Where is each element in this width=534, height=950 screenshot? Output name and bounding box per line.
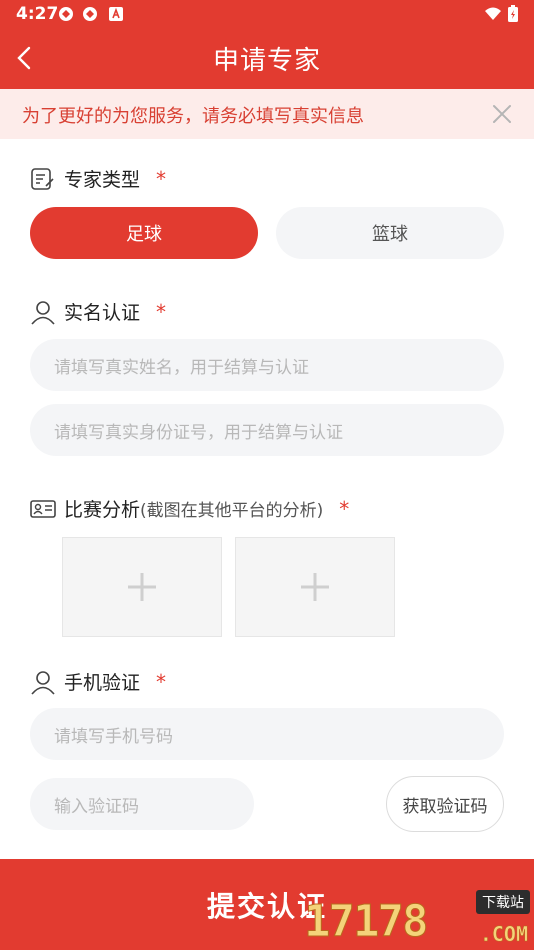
analysis-sub-label: (截图在其他平台的分析) [140,501,324,521]
get-code-button[interactable]: 获取验证码 [386,776,504,832]
site-watermark-logo: 17178 下载站 .COM [303,890,530,948]
required-mark: * [156,166,167,191]
battery-icon [508,5,518,22]
analysis-heading: 比赛分析 (截图在其他平台的分析) * [30,495,349,522]
option-basketball-button[interactable]: 篮球 [276,207,504,259]
real-name-label: 实名认证 [64,302,141,324]
page-title: 申请专家 [212,46,321,76]
analysis-label: 比赛分析 [64,499,141,521]
option-football-button[interactable]: 足球 [30,207,258,259]
required-mark: * [156,299,167,324]
wifi-icon [485,7,501,20]
a-badge-icon [109,7,123,21]
phone-label: 手机验证 [64,672,141,694]
status-bar: 4:27 [0,0,534,28]
edit-document-icon [31,167,54,190]
app-notification-icon-2 [83,7,97,21]
plus-icon [301,573,329,601]
verification-code-input[interactable]: 输入验证码 [30,778,254,830]
notice-text: 为了更好的为您服务，请务必填写真实信息 [22,106,364,127]
notice-banner: 为了更好的为您服务，请务必填写真实信息 [0,89,534,139]
phone-heading: 手机验证 * [30,668,166,695]
close-icon[interactable] [490,102,514,126]
user-icon [31,670,55,695]
status-time: 4:27 [16,4,59,24]
upload-slot-2[interactable] [235,537,395,637]
expert-type-label: 专家类型 [64,169,141,191]
watermark-number: 17178 [303,896,428,948]
required-mark: * [339,496,350,521]
plus-icon [128,573,156,601]
app-notification-icon [59,7,73,21]
id-card-icon [30,499,56,518]
name-input[interactable]: 请填写真实姓名，用于结算与认证 [30,339,504,391]
required-mark: * [156,669,167,694]
expert-type-heading: 专家类型 * [30,165,166,192]
id-number-input[interactable]: 请填写真实身份证号，用于结算与认证 [30,404,504,456]
user-icon [31,300,55,325]
top-bar: 4:27 申请专家 [0,0,534,89]
real-name-heading: 实名认证 * [30,298,166,325]
watermark-tag: 下载站 [476,890,530,914]
upload-slot-1[interactable] [62,537,222,637]
phone-input[interactable]: 请填写手机号码 [30,708,504,760]
watermark-suffix: .COM [479,922,529,947]
